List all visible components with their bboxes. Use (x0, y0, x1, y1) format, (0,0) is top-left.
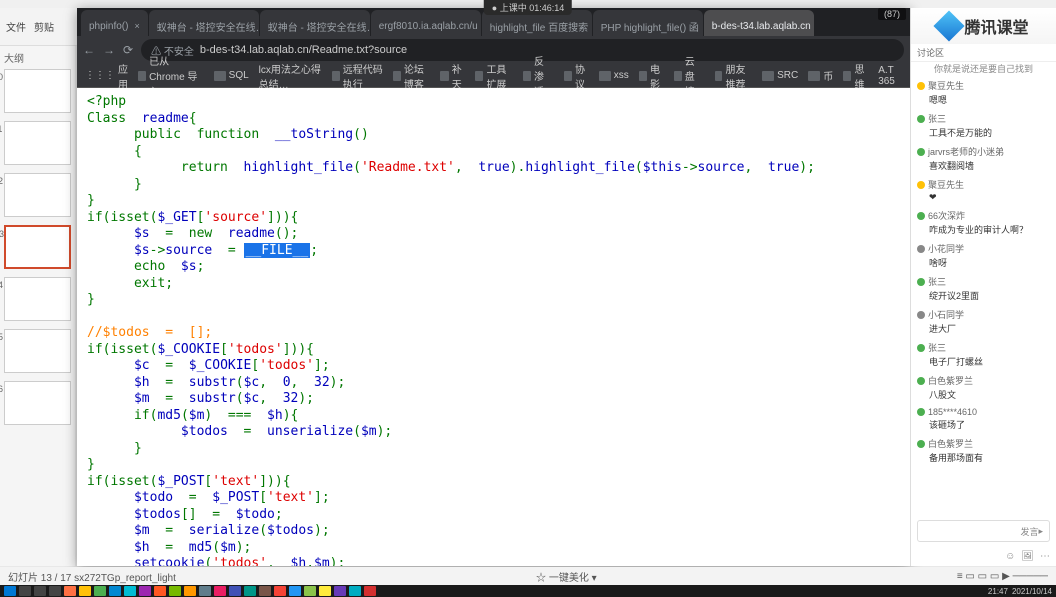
selected-text: __FILE__ (244, 243, 311, 258)
url-text: b-des-t34.lab.aqlab.cn/Readme.txt?source (200, 44, 407, 56)
chat-item: 白色紫罗兰八股文 (917, 374, 1050, 401)
chat-item: jarvrs老师的小迷弟喜欢翻阅墙 (917, 145, 1050, 172)
chat-item: 张三绽开议2里面 (917, 275, 1050, 302)
close-icon[interactable]: × (134, 21, 139, 31)
app-icon[interactable] (109, 586, 121, 596)
recording-badge: ● 上课中 01:46:14 (484, 0, 572, 15)
chat-item: 66次深炸咋成为专业的审计人啊？ (917, 209, 1050, 236)
chat-item: 张三电子厂打螺丝 (917, 341, 1050, 368)
app-icon[interactable] (259, 586, 271, 596)
chat-item: 白色紫罗兰备用那场面有 (917, 437, 1050, 464)
emoji-icon[interactable]: ☺ (1005, 551, 1015, 562)
discuss-tab[interactable]: 讨论区 (911, 44, 1056, 62)
chat-toolbar: ☺ 🖼 ⋯ (1005, 551, 1050, 562)
tencent-logo-icon (934, 10, 965, 41)
app-icon[interactable] (274, 586, 286, 596)
app-icon[interactable] (289, 586, 301, 596)
forward-icon[interactable]: → (103, 43, 115, 57)
bookmark-folder[interactable]: SRC (762, 70, 798, 81)
cortana-icon[interactable] (34, 586, 46, 596)
live-chat-panel: 腾讯课堂 讨论区 你就是说还是要自己找到 聚豆先生嗯嗯张三工具不是万能的 jarv… (910, 8, 1056, 566)
bookmark-folder[interactable]: 工具扩展 (475, 61, 513, 91)
status-bar: 幻灯片 13 / 17 sx272TGp_report_light ☆ 一键美化… (0, 567, 1056, 585)
bookmark-item[interactable]: A.T 365 (878, 65, 902, 87)
bookmark-folder[interactable]: SQL (214, 70, 249, 81)
app-icon[interactable] (364, 586, 376, 596)
chat-item: 小花同学啥呀 (917, 242, 1050, 269)
tab-6[interactable]: b-des-t34.lab.aqlab.cn× (704, 10, 814, 36)
back-icon[interactable]: ← (83, 43, 95, 57)
app-icon[interactable] (154, 586, 166, 596)
taskbar[interactable]: 21:47 2021/10/14 (0, 585, 1056, 597)
slide-thumb-11[interactable]: 11 (4, 121, 71, 165)
ribbon-clip[interactable]: 剪贴 (34, 19, 54, 34)
bookmark-bar: ⋮⋮⋮ 应用 已从 Chrome 导入 SQL lcx用法之心得总结… 远程代码… (77, 64, 910, 88)
bookmark-folder[interactable]: 电影 (639, 61, 664, 91)
app-icon[interactable] (244, 586, 256, 596)
tray-date: 2021/10/14 (1012, 587, 1052, 596)
notice-text: 你就是说还是要自己找到 (911, 62, 1056, 75)
tray-time: 21:47 (988, 587, 1008, 596)
code-viewport[interactable]: <?php Class readme{ public function __to… (77, 88, 910, 566)
app-icon[interactable] (229, 586, 241, 596)
app-icon[interactable] (94, 586, 106, 596)
app-icon[interactable] (64, 586, 76, 596)
tab-3[interactable]: ergf8010.ia.aqlab.cn/u× (371, 10, 481, 36)
bookmark-folder[interactable]: 朋友推荐 (715, 61, 753, 91)
browser-window: phpinfo()× 蚁神台 - 塔控安全在线…× 蚁神台 - 塔控安全在线…×… (77, 8, 910, 566)
app-icon[interactable] (169, 586, 181, 596)
image-icon[interactable]: 🖼 (1021, 551, 1034, 562)
slide-thumb-15[interactable]: 15 (4, 329, 71, 373)
reload-icon[interactable]: ⟳ (123, 43, 133, 57)
chat-item: 张三工具不是万能的 (917, 112, 1050, 139)
chat-item: 聚豆先生❤ (917, 178, 1050, 203)
chat-send-button[interactable]: 发言 ▸ (917, 520, 1050, 542)
app-icon[interactable] (304, 586, 316, 596)
bookmark-folder[interactable]: 远程代码执行 (332, 61, 383, 91)
ribbon-file[interactable]: 文件 (6, 19, 26, 34)
live-brand: 腾讯课堂 (911, 8, 1056, 44)
beautify-button[interactable]: ☆ 一键美化 ▾ (536, 569, 597, 584)
bookmark-folder[interactable]: 思维 (843, 61, 868, 91)
app-icon[interactable] (319, 586, 331, 596)
slide-thumb-14[interactable]: 14 (4, 277, 71, 321)
search-icon[interactable] (19, 586, 31, 596)
start-icon[interactable] (4, 586, 16, 596)
app-icon[interactable] (124, 586, 136, 596)
slide-outline[interactable]: 大纲 10 11 12 13 14 15 16 (0, 46, 75, 566)
app-icon[interactable] (214, 586, 226, 596)
tab-5[interactable]: PHP highlight_file() 函× (593, 10, 703, 36)
slide-thumb-16[interactable]: 16 (4, 381, 71, 425)
slide-counter: 幻灯片 13 / 17 sx272TGp_report_light (8, 569, 176, 584)
bookmark-folder[interactable]: 协议 (564, 61, 589, 91)
tab-1[interactable]: 蚁神台 - 塔控安全在线…× (149, 10, 259, 36)
chat-list[interactable]: 聚豆先生嗯嗯张三工具不是万能的 jarvrs老师的小迷弟喜欢翻阅墙聚豆先生❤ 66次… (911, 75, 1056, 515)
chat-item: 聚豆先生嗯嗯 (917, 79, 1050, 106)
apps-icon[interactable]: ⋮⋮⋮ 应用 (85, 61, 128, 91)
app-icon[interactable] (334, 586, 346, 596)
slide-thumb-10[interactable]: 10 (4, 69, 71, 113)
bookmark-folder[interactable]: 论坛博客 (393, 61, 431, 91)
more-icon[interactable]: ⋯ (1040, 551, 1050, 562)
chat-item: 小石同学进大厂 (917, 308, 1050, 335)
outline-title: 大纲 (4, 50, 71, 65)
bookmark-folder[interactable]: 补天 (440, 61, 465, 91)
app-icon[interactable] (199, 586, 211, 596)
slide-thumb-12[interactable]: 12 (4, 173, 71, 217)
viewer-count: (87) (878, 8, 906, 20)
chat-item: 185****4610该砸场了 (917, 407, 1050, 431)
tab-2[interactable]: 蚁神台 - 塔控安全在线…× (260, 10, 370, 36)
app-icon[interactable] (139, 586, 151, 596)
app-icon[interactable] (349, 586, 361, 596)
slide-thumb-13[interactable]: 13 (4, 225, 71, 269)
bookmark-folder[interactable]: 币 (808, 68, 833, 83)
app-icon[interactable] (79, 586, 91, 596)
bookmark-item[interactable]: lcx用法之心得总结… (259, 61, 322, 91)
view-controls[interactable]: ≡ ▭ ▭ ▭ ▶ ───── (957, 571, 1048, 582)
tab-0[interactable]: phpinfo()× (81, 10, 148, 36)
taskview-icon[interactable] (49, 586, 61, 596)
app-icon[interactable] (184, 586, 196, 596)
bookmark-folder[interactable]: xss (599, 70, 629, 81)
system-tray[interactable]: 21:47 2021/10/14 (988, 585, 1052, 597)
